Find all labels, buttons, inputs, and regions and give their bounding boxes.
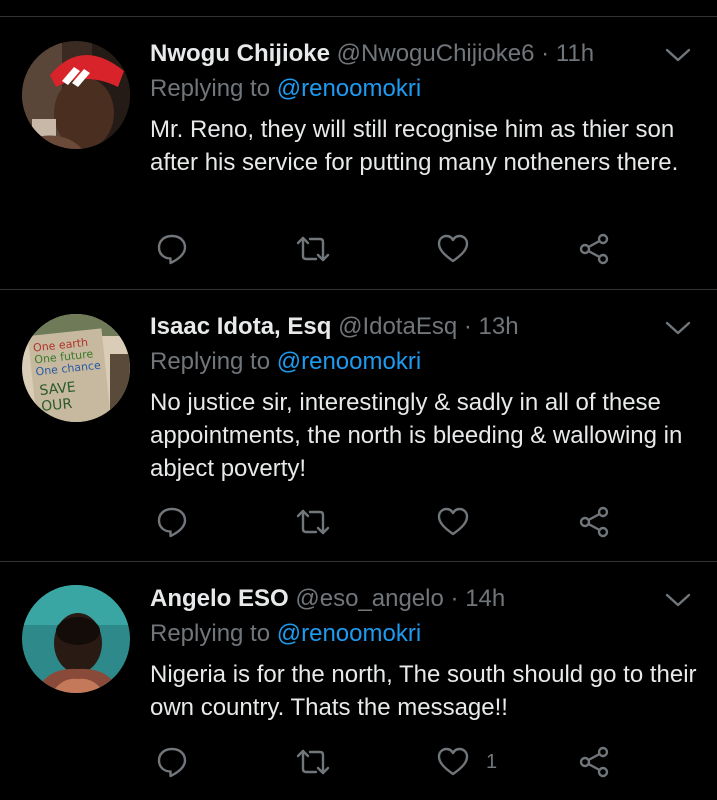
replying-label: Replying to bbox=[150, 348, 271, 375]
replying-to: Replying to @renoomokri bbox=[150, 619, 421, 649]
reply-icon bbox=[157, 747, 187, 778]
action-bar bbox=[0, 502, 717, 542]
replying-to: Replying to @renoomokri bbox=[150, 347, 421, 377]
action-bar: 1 bbox=[0, 742, 717, 782]
share-button[interactable] bbox=[578, 742, 612, 782]
author-handle[interactable]: @IdotaEsq bbox=[338, 313, 457, 340]
mention-link[interactable]: @renoomokri bbox=[277, 620, 421, 647]
tweet-reply[interactable]: One earth One future One chance SAVE OUR… bbox=[0, 290, 717, 562]
replying-label: Replying to bbox=[150, 75, 271, 102]
svg-text:OUR: OUR bbox=[40, 396, 73, 415]
tweet-text: Mr. Reno, they will still recognise him … bbox=[150, 116, 679, 176]
author-handle[interactable]: @NwoguChijioke6 bbox=[337, 40, 535, 67]
like-button[interactable]: 1 bbox=[436, 742, 497, 782]
like-count: 1 bbox=[486, 750, 498, 773]
avatar[interactable] bbox=[22, 585, 130, 693]
tweet-reply[interactable]: Angelo ESO @eso_angelo · 14h Replying to… bbox=[0, 562, 717, 800]
replying-label: Replying to bbox=[150, 620, 271, 647]
author-name[interactable]: Angelo ESO bbox=[150, 585, 289, 612]
reply-button[interactable] bbox=[155, 229, 189, 269]
separator-dot: · bbox=[450, 585, 459, 612]
tweet-text: No justice sir, interestingly & sadly in… bbox=[150, 389, 683, 482]
like-button[interactable] bbox=[436, 229, 486, 269]
separator-dot: · bbox=[541, 40, 550, 67]
author-handle[interactable]: @eso_angelo bbox=[295, 585, 443, 612]
like-button[interactable] bbox=[436, 502, 486, 542]
reply-icon bbox=[157, 507, 187, 538]
tweet-header: Isaac Idota, Esq @IdotaEsq · 13h bbox=[150, 312, 519, 342]
heart-icon bbox=[437, 234, 469, 263]
timestamp[interactable]: 13h bbox=[479, 313, 519, 340]
retweet-button[interactable] bbox=[295, 742, 331, 782]
share-button[interactable] bbox=[578, 502, 612, 542]
chevron-down-icon[interactable] bbox=[665, 47, 691, 63]
separator-dot: · bbox=[463, 313, 472, 340]
heart-icon bbox=[437, 507, 469, 536]
author-name[interactable]: Isaac Idota, Esq bbox=[150, 313, 331, 340]
share-icon bbox=[579, 233, 609, 265]
tweet-reply[interactable]: Nwogu Chijioke @NwoguChijioke6 · 11h Rep… bbox=[0, 17, 717, 290]
retweet-icon bbox=[296, 749, 330, 775]
chevron-down-icon[interactable] bbox=[665, 320, 691, 336]
heart-icon bbox=[437, 747, 469, 776]
author-name[interactable]: Nwogu Chijioke bbox=[150, 40, 330, 67]
retweet-button[interactable] bbox=[295, 502, 331, 542]
reply-icon bbox=[157, 234, 187, 265]
action-bar bbox=[0, 229, 717, 269]
retweet-icon bbox=[296, 236, 330, 262]
chevron-down-icon[interactable] bbox=[665, 592, 691, 608]
tweet-header: Nwogu Chijioke @NwoguChijioke6 · 11h bbox=[150, 39, 594, 69]
tweet-header: Angelo ESO @eso_angelo · 14h bbox=[150, 584, 505, 614]
retweet-icon bbox=[296, 509, 330, 535]
retweet-button[interactable] bbox=[295, 229, 331, 269]
tweet-text: Nigeria is for the north, The south shou… bbox=[150, 661, 697, 721]
mention-link[interactable]: @renoomokri bbox=[277, 348, 421, 375]
timestamp[interactable]: 11h bbox=[556, 40, 594, 67]
reply-button[interactable] bbox=[155, 742, 189, 782]
share-button[interactable] bbox=[578, 229, 612, 269]
reply-button[interactable] bbox=[155, 502, 189, 542]
share-icon bbox=[579, 746, 609, 778]
share-icon bbox=[579, 506, 609, 538]
avatar[interactable]: One earth One future One chance SAVE OUR bbox=[22, 314, 130, 422]
timestamp[interactable]: 14h bbox=[465, 585, 505, 612]
mention-link[interactable]: @renoomokri bbox=[277, 75, 421, 102]
replying-to: Replying to @renoomokri bbox=[150, 74, 421, 104]
avatar[interactable] bbox=[22, 41, 130, 149]
